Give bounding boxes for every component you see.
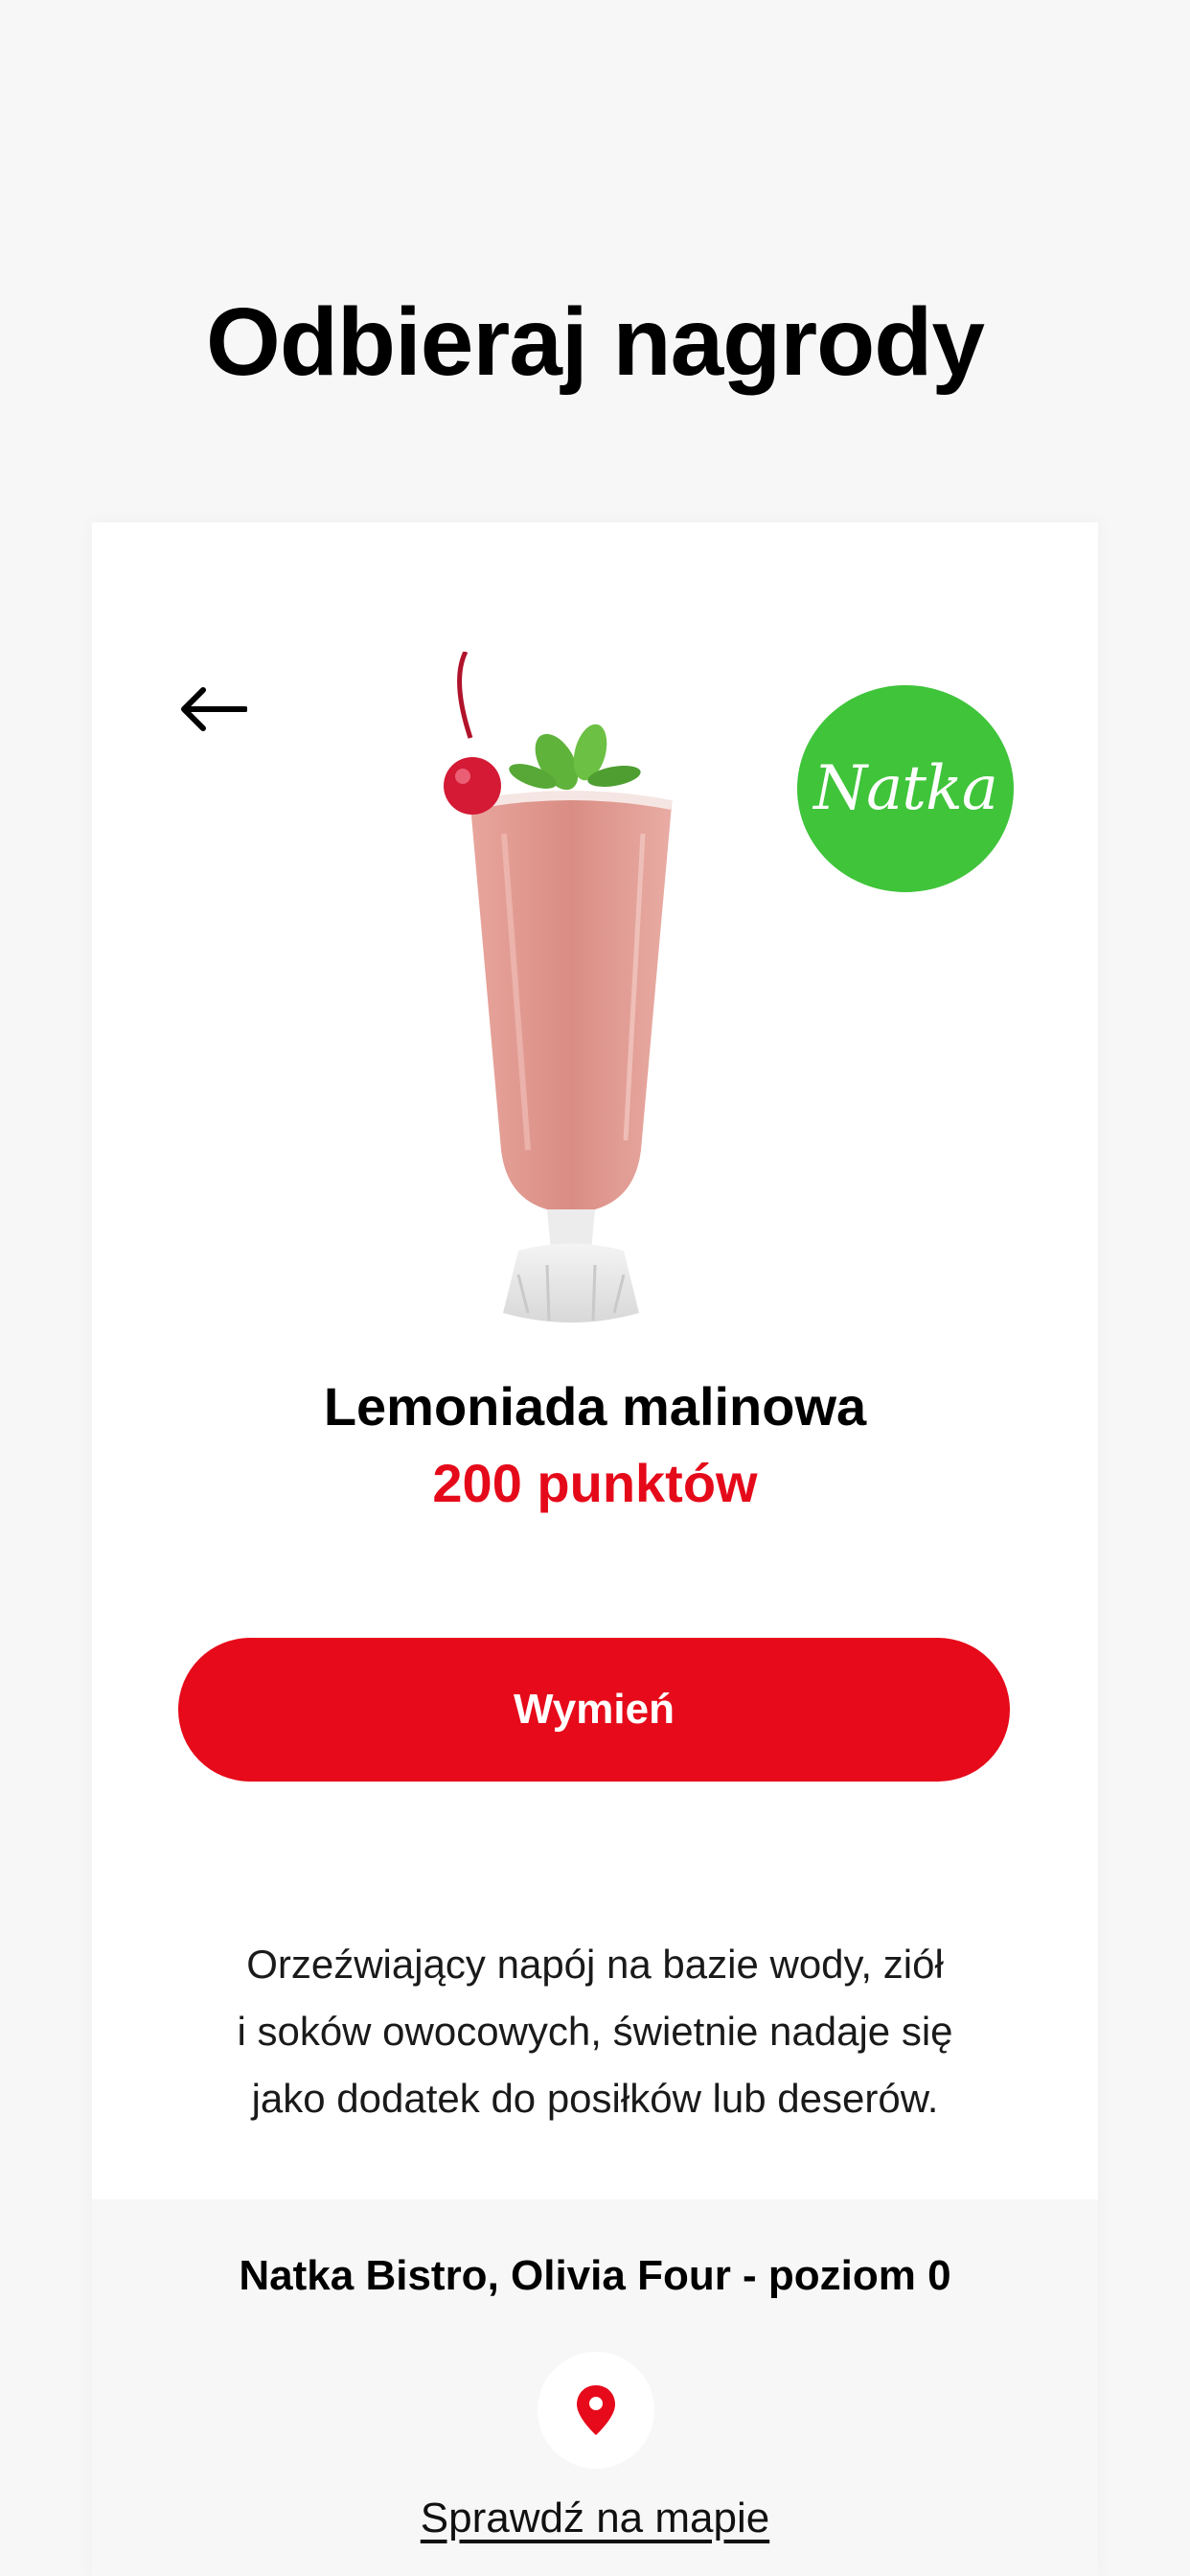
brand-logo-text: Natka [813, 753, 998, 824]
page-title: Odbieraj nagrody [206, 288, 985, 396]
product-description: Orzeźwiający napój na bazie wody, ziół i… [178, 1931, 1012, 2132]
redeem-button[interactable]: Wymień [178, 1638, 1010, 1782]
reward-card: Natka Lemoniada malinowa 200 punktów Wym… [92, 522, 1098, 2576]
description-line: i soków owocowych, świetnie nadaje się [237, 2009, 953, 2054]
product-points: 200 punktów [432, 1453, 758, 1513]
location-section: Natka Bistro, Olivia Four - poziom 0 Spr… [92, 2199, 1098, 2576]
back-button[interactable] [174, 676, 251, 743]
product-image [444, 652, 673, 1322]
map-link[interactable]: Sprawdź na mapie [92, 2495, 1098, 2542]
description-line: Orzeźwiający napój na bazie wody, ziół [246, 1942, 944, 1987]
map-pin-icon [577, 2385, 615, 2435]
brand-logo: Natka [797, 685, 1014, 892]
location-name: Natka Bistro, Olivia Four - poziom 0 [239, 2252, 951, 2299]
map-pin-button[interactable] [538, 2352, 654, 2469]
description-line: jako dodatek do posiłków lub deserów. [251, 2076, 939, 2121]
arrow-left-icon [181, 687, 247, 731]
product-name: Lemoniada malinowa [323, 1376, 867, 1437]
